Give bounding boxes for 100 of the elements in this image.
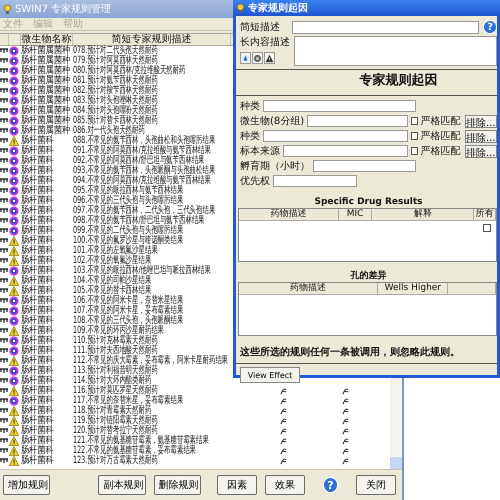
marker-icon bbox=[0, 168, 8, 174]
stop-button[interactable] bbox=[252, 52, 263, 64]
marker-icon bbox=[0, 48, 8, 54]
rule-description: 079.预计对阿莫西林天然耐药 bbox=[73, 56, 158, 66]
action-button[interactable]: 因素 bbox=[216, 475, 257, 495]
section-heading: 专家规则起因 bbox=[358, 72, 438, 90]
rule-description: 119.预计对链阳霉素天然耐药 bbox=[73, 416, 158, 426]
rule-description: 108.不常见的三代头孢，头孢哌酮结果 bbox=[73, 316, 184, 326]
rule-description: 113.预计对利福昔明天然耐药 bbox=[73, 366, 158, 376]
action-button[interactable]: 增加规则 bbox=[3, 475, 50, 495]
rule-description: 096.不常见的三代头孢与头孢噻肟结果 bbox=[73, 196, 184, 206]
marker-icon bbox=[0, 258, 8, 264]
rule-description: 093.不常见的氨苄西林，头孢哌酮与头孢曲松结果 bbox=[73, 166, 216, 176]
organism-name: 肠杆菌科 bbox=[21, 266, 54, 276]
input-field[interactable] bbox=[313, 160, 416, 172]
organism-name: 肠杆菌科 bbox=[21, 256, 54, 266]
rule-description: 088.不常见的氨苄西林，头孢曲松和头孢噻肟结果 bbox=[73, 136, 216, 146]
rule-description: 103.不常见的哌拉西林/他唑巴坦与哌拉西林结果 bbox=[73, 266, 211, 276]
help-button[interactable]: ? bbox=[483, 20, 497, 34]
info-button[interactable] bbox=[240, 52, 251, 64]
exclude-button[interactable]: 排除... bbox=[464, 114, 497, 128]
rule-description: 109.不常见的环丙沙星耐药结果 bbox=[73, 326, 164, 336]
rule-description: 123.预计对万古霉素天然耐药 bbox=[73, 456, 158, 466]
organism-name: 肠杆菌科 bbox=[21, 146, 54, 156]
organism-name: 肠杆菌科 bbox=[21, 276, 54, 286]
view-effect-button[interactable]: View Effect bbox=[240, 367, 300, 383]
column-header[interactable]: 微生物名称 bbox=[21, 34, 73, 45]
input-field[interactable] bbox=[263, 130, 408, 142]
marker-icon bbox=[0, 348, 8, 354]
marker-icon bbox=[0, 188, 8, 194]
column-header[interactable]: 简短专家规则描述 bbox=[73, 34, 231, 45]
checkbox[interactable] bbox=[410, 147, 418, 155]
rule-description: 118.预计对青霉素天然耐药 bbox=[73, 406, 152, 416]
window-title: 专家规则起因 bbox=[248, 1, 308, 15]
exclude-button[interactable]: 排除... bbox=[464, 130, 497, 142]
input-field[interactable] bbox=[273, 175, 357, 187]
column-header[interactable]: Wells Higher bbox=[378, 283, 448, 294]
marker-icon bbox=[0, 378, 8, 384]
input-field[interactable] bbox=[307, 115, 408, 127]
rule-description: 091.不常见的阿莫西林/克拉维酸与氨苄西林结果 bbox=[73, 146, 211, 156]
marker-icon bbox=[0, 358, 8, 364]
marker-icon bbox=[0, 388, 8, 394]
text-area[interactable] bbox=[294, 36, 497, 66]
rule-description: 100.不常见的氟罗沙星与喹诺酮类结果 bbox=[73, 236, 184, 246]
marker-icon bbox=[0, 158, 8, 164]
column-header[interactable]: 解释 bbox=[372, 209, 474, 220]
marker-icon bbox=[0, 218, 8, 224]
field-label: 微生物(8分组) bbox=[240, 114, 304, 128]
marker-icon bbox=[0, 58, 8, 64]
rule-description: 095.不常见的哌拉西林与氨苄西林结果 bbox=[73, 186, 184, 196]
organism-name: 肠杆菌科 bbox=[21, 216, 54, 226]
organism-name: 肠杆菌科 bbox=[21, 136, 54, 146]
rule-description: 112.不常见的庆大霉素，妥布霉素，阿米卡星耐药结果 bbox=[73, 356, 228, 366]
rule-description: 099.不常见的二代头孢与头孢噻肟结果 bbox=[73, 226, 184, 236]
marker-icon bbox=[0, 108, 8, 114]
marker-icon bbox=[0, 398, 8, 404]
input-field[interactable] bbox=[263, 100, 416, 112]
input-field[interactable] bbox=[292, 20, 480, 34]
marker-icon bbox=[0, 368, 8, 374]
marker-icon bbox=[0, 98, 8, 104]
exclude-button[interactable]: 排除... bbox=[464, 144, 497, 158]
rule-description: 104.不常见的司帕沙星结果 bbox=[73, 276, 152, 286]
marker-icon bbox=[0, 78, 8, 84]
column-header[interactable]: MIC bbox=[338, 209, 372, 220]
section-heading: Specific Drug Results bbox=[313, 196, 424, 208]
organism-name: 肠杆菌科 bbox=[21, 366, 54, 376]
organism-name: 肠杆菌科 bbox=[21, 246, 54, 256]
rule-description: 107.不常见的阿米卡星，妥布霉素结果 bbox=[73, 306, 184, 316]
rule-description: 121.不常见的氨基糖苷霉素，氨基糖苷霉素结果 bbox=[73, 436, 209, 446]
organism-name: 肠杆菌属菌种 bbox=[21, 116, 70, 126]
warning-button[interactable] bbox=[264, 52, 275, 64]
organism-name: 肠杆菌属菌种 bbox=[21, 106, 70, 116]
field-label: 长内容描述 bbox=[240, 36, 290, 49]
input-field[interactable] bbox=[283, 145, 408, 157]
organism-name: 肠杆菌科 bbox=[21, 296, 54, 306]
close-button[interactable]: 关闭 bbox=[356, 475, 396, 495]
organism-name: 肠杆菌属菌种 bbox=[21, 66, 70, 76]
checkbox[interactable] bbox=[410, 117, 418, 125]
checkbox[interactable] bbox=[410, 132, 418, 140]
checkbox-label: 严格匹配 bbox=[420, 144, 460, 158]
checkbox[interactable] bbox=[482, 224, 491, 232]
action-button[interactable]: 副本规则 bbox=[98, 475, 146, 495]
field-label: 标本来源 bbox=[240, 144, 280, 158]
organism-name: 肠杆菌科 bbox=[21, 356, 54, 366]
marker-icon bbox=[0, 328, 8, 334]
rule-description: 094.不常见的阿莫西林/克拉维酸与氨苄西林结果 bbox=[73, 176, 211, 186]
window-title: SWIN7 专家规则管理 bbox=[15, 2, 112, 16]
organism-name: 肠杆菌科 bbox=[21, 206, 54, 216]
section-heading: 孔的差异 bbox=[349, 270, 388, 282]
field-label: 孵育期（小时） bbox=[240, 160, 310, 172]
organism-name: 肠杆菌科 bbox=[21, 446, 54, 456]
rule-description: 097.不常见的氨苄西林，二代头孢，三代头孢结果 bbox=[73, 206, 216, 216]
action-button[interactable]: 效果 bbox=[264, 475, 305, 495]
marker-icon bbox=[0, 298, 8, 304]
marker-icon bbox=[0, 118, 8, 124]
organism-name: 肠杆菌科 bbox=[21, 236, 54, 246]
help-button[interactable]: ? bbox=[322, 477, 338, 493]
field-label: 优先权 bbox=[240, 174, 270, 188]
marker-icon bbox=[0, 308, 8, 314]
action-button[interactable]: 删除规则 bbox=[154, 475, 201, 495]
